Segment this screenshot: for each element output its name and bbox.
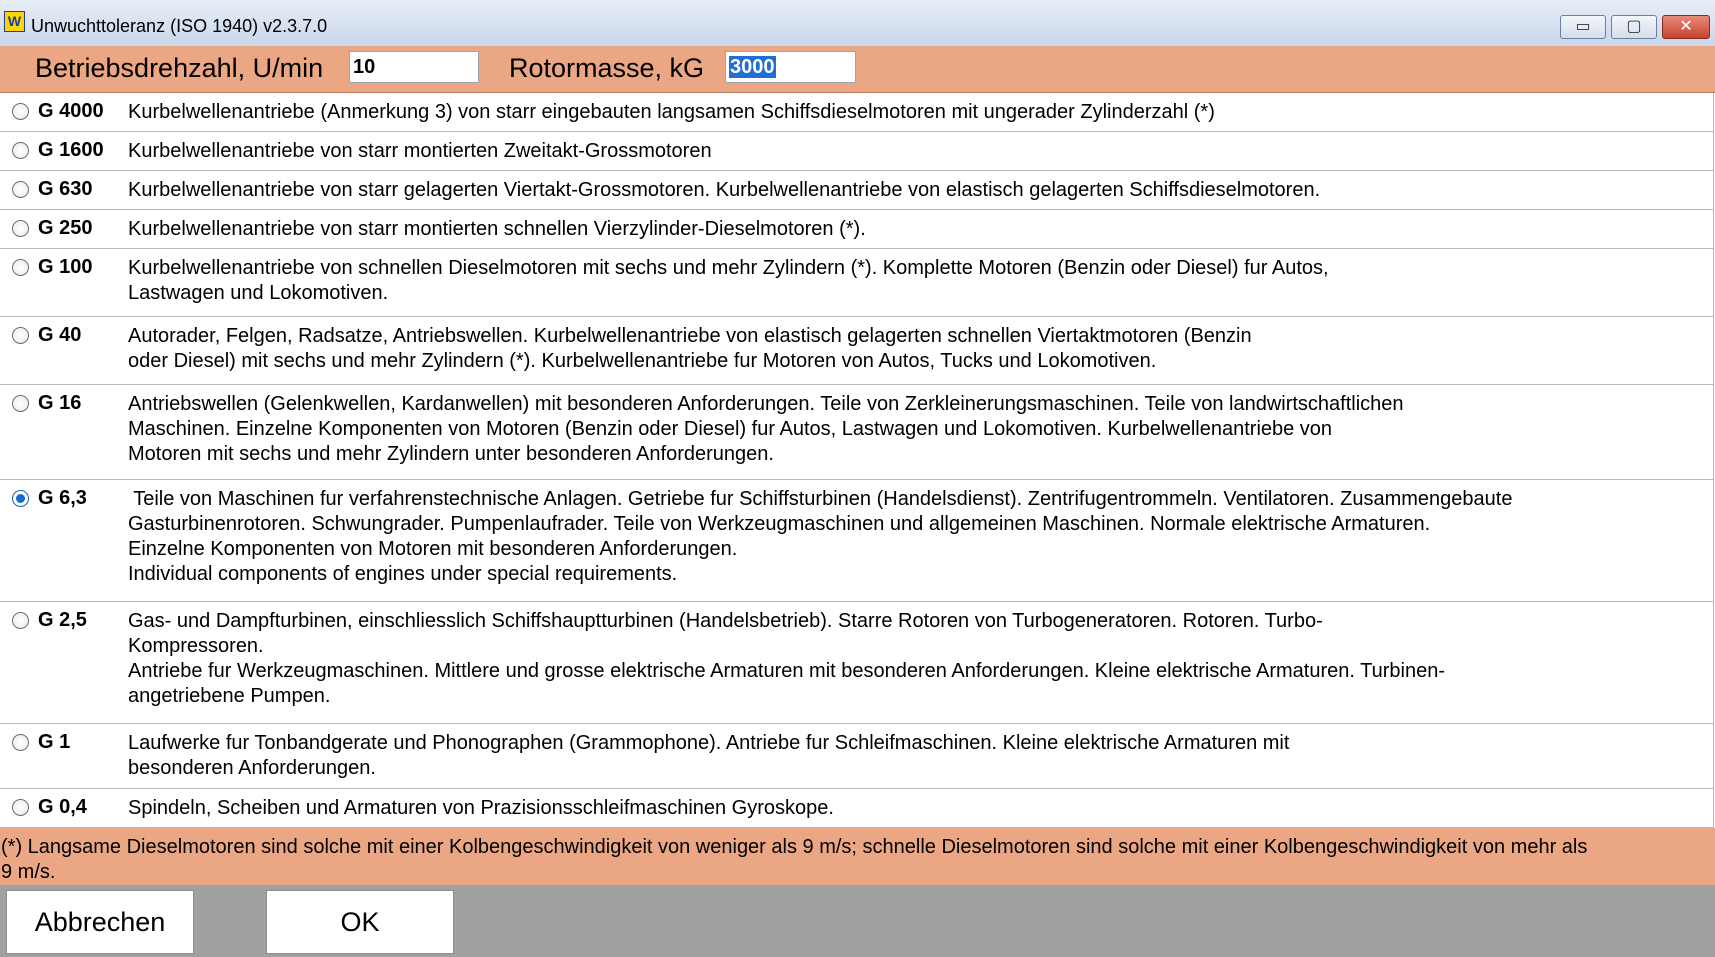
grade-label: G 2,5	[38, 609, 87, 631]
grade-label: G 4000	[38, 100, 104, 122]
radio-g4000[interactable]	[12, 103, 29, 120]
grade-description: Kurbelwellenantriebe von starr gelagerte…	[128, 179, 1321, 201]
mass-input-value: 3000	[729, 56, 776, 78]
list-item-g250[interactable]: G 250 Kurbelwellenantriebe von starr mon…	[0, 210, 1714, 249]
footnote: (*) Langsame Dieselmotoren sind solche m…	[0, 828, 1715, 885]
speed-input[interactable]: 10	[349, 51, 479, 83]
grade-description: Kurbelwellenantriebe (Anmerkung 3) von s…	[128, 101, 1215, 123]
grade-label: G 1600	[38, 139, 104, 161]
list-item-g1[interactable]: G 1 Laufwerke fur Tonbandgerate und Phon…	[0, 724, 1714, 789]
ok-button[interactable]: OK	[266, 890, 454, 954]
speed-label: Betriebsdrehzahl, U/min	[35, 53, 324, 83]
title-bar: W Unwuchttoleranz (ISO 1940) v2.3.7.0 ▭ …	[0, 0, 1715, 47]
list-item-g2-5[interactable]: G 2,5 Gas- und Dampfturbinen, einschlies…	[0, 602, 1714, 724]
list-item-g4000[interactable]: G 4000 Kurbelwellenantriebe (Anmerkung 3…	[0, 93, 1714, 132]
grade-label: G 100	[38, 256, 93, 278]
radio-g2-5[interactable]	[12, 612, 29, 629]
list-item-g100[interactable]: G 100 Kurbelwellenantriebe von schnellen…	[0, 249, 1714, 317]
list-item-g1600[interactable]: G 1600 Kurbelwellenantriebe von starr mo…	[0, 132, 1714, 171]
list-item-g40[interactable]: G 40 Autorader, Felgen, Radsatze, Antrie…	[0, 317, 1714, 385]
speed-input-value: 10	[353, 56, 376, 78]
grade-label: G 630	[38, 178, 93, 200]
grade-description: Kurbelwellenantriebe von starr montierte…	[128, 218, 866, 240]
close-button[interactable]: ✕	[1662, 15, 1710, 39]
radio-g630[interactable]	[12, 181, 29, 198]
radio-g6-3[interactable]	[12, 490, 29, 507]
grade-description: Spindeln, Scheiben und Armaturen von Pra…	[128, 797, 834, 819]
radio-g1[interactable]	[12, 734, 29, 751]
grade-label: G 1	[38, 731, 71, 753]
app-logo-icon: W	[4, 11, 25, 32]
grade-description: Kurbelwellenantriebe von starr montierte…	[128, 140, 712, 162]
input-header: Betriebsdrehzahl, U/min 10 Rotormasse, k…	[0, 46, 1715, 93]
mass-label: Rotormasse, kG	[509, 53, 705, 83]
maximize-button[interactable]: ▢	[1611, 15, 1657, 39]
grade-label: G 6,3	[38, 487, 87, 509]
list-item-g630[interactable]: G 630 Kurbelwellenantriebe von starr gel…	[0, 171, 1714, 210]
radio-g40[interactable]	[12, 327, 29, 344]
mass-input[interactable]: 3000	[725, 51, 856, 83]
radio-g1600[interactable]	[12, 142, 29, 159]
cancel-button[interactable]: Abbrechen	[6, 890, 194, 954]
grade-description: Antriebswellen (Gelenkwellen, Kardanwell…	[128, 393, 1404, 465]
grade-label: G 0,4	[38, 796, 87, 818]
grade-description: Kurbelwellenantriebe von schnellen Diese…	[128, 257, 1329, 304]
grade-description: Gas- und Dampfturbinen, einschliesslich …	[128, 610, 1445, 707]
grade-description: Teile von Maschinen fur verfahrenstechni…	[128, 488, 1513, 585]
radio-g0-4[interactable]	[12, 799, 29, 816]
list-item-g6-3[interactable]: G 6,3 Teile von Maschinen fur verfahrens…	[0, 480, 1714, 602]
grade-label: G 40	[38, 324, 82, 346]
radio-g250[interactable]	[12, 220, 29, 237]
grade-description: Laufwerke fur Tonbandgerate und Phonogra…	[128, 732, 1290, 779]
radio-g100[interactable]	[12, 259, 29, 276]
grade-label: G 250	[38, 217, 93, 239]
grade-label: G 16	[38, 392, 82, 414]
grade-description: Autorader, Felgen, Radsatze, Antriebswel…	[128, 325, 1252, 372]
radio-g16[interactable]	[12, 395, 29, 412]
list-item-g0-4[interactable]: G 0,4 Spindeln, Scheiben und Armaturen v…	[0, 789, 1714, 828]
button-bar: Abbrechen OK	[0, 885, 1715, 957]
minimize-button[interactable]: ▭	[1560, 15, 1606, 39]
window-title: Unwuchttoleranz (ISO 1940) v2.3.7.0	[31, 16, 328, 36]
list-item-g16[interactable]: G 16 Antriebswellen (Gelenkwellen, Karda…	[0, 385, 1714, 480]
